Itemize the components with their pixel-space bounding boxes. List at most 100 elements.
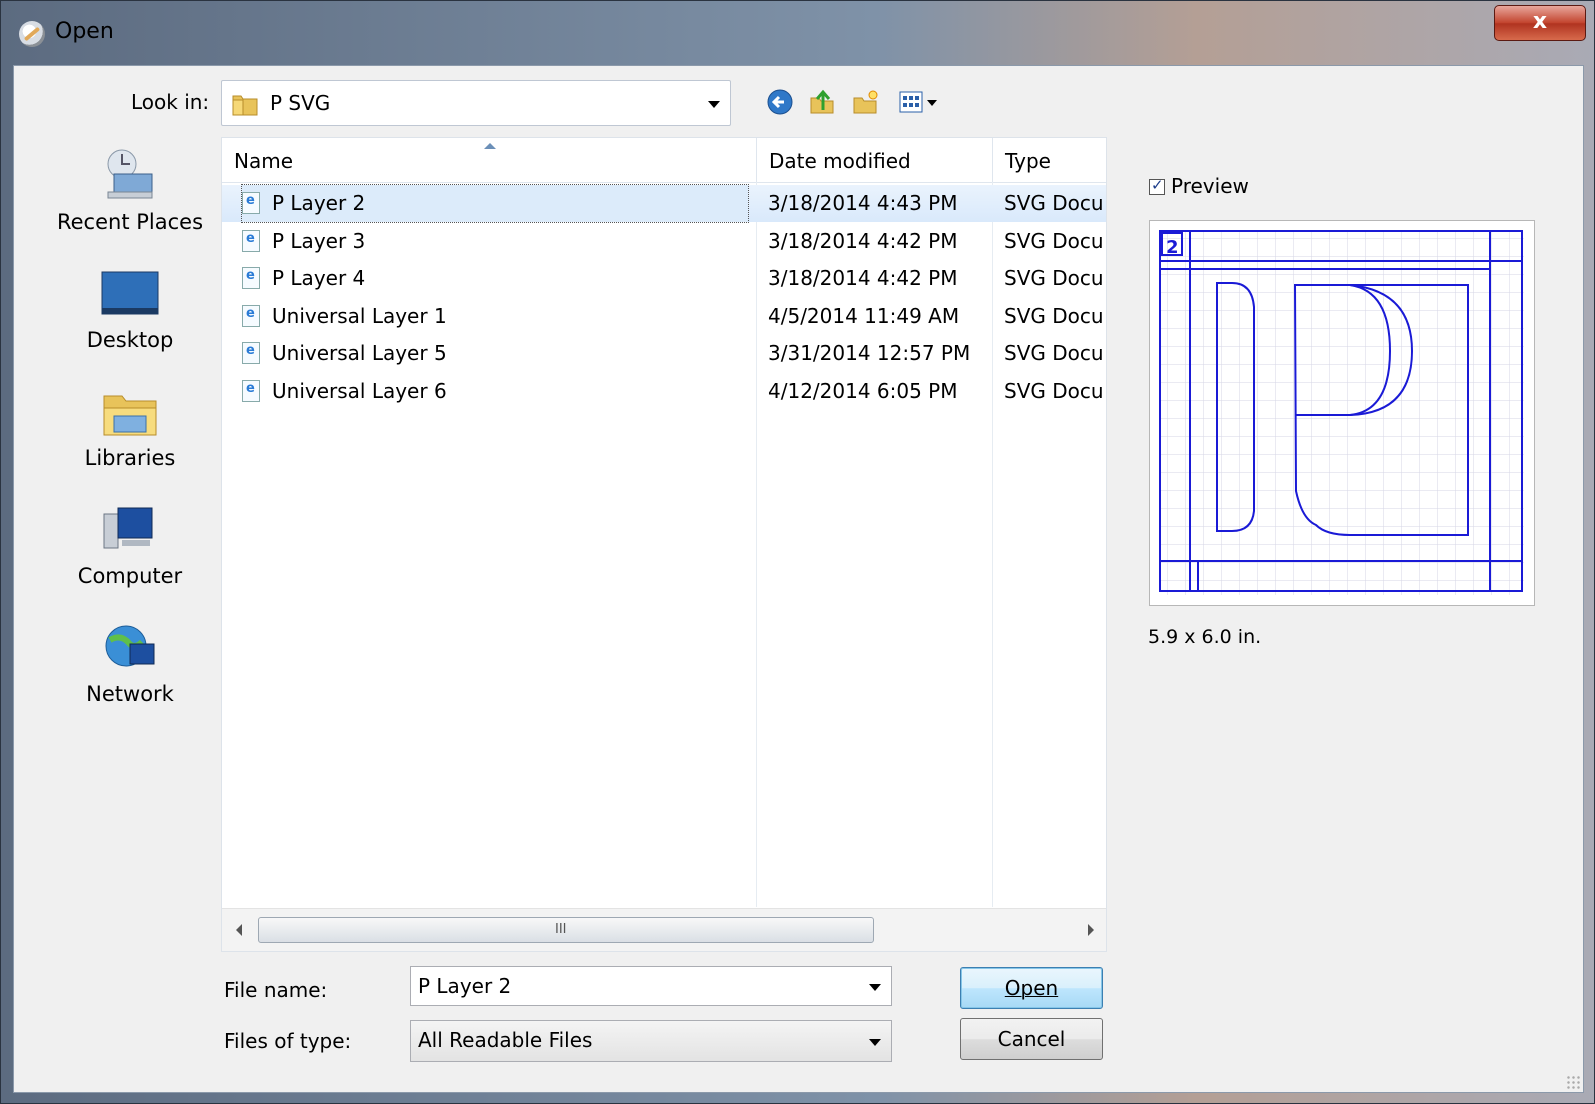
preview-badge: 2	[1166, 237, 1179, 258]
file-date-cell: 4/5/2014 11:49 AM	[768, 303, 960, 328]
up-folder-icon[interactable]	[808, 88, 836, 116]
chevron-down-icon[interactable]	[869, 984, 881, 991]
place-label: Computer	[77, 564, 183, 588]
file-name-cell: Universal Layer 6	[242, 373, 748, 410]
app-icon	[19, 21, 45, 47]
scrollbar-thumb[interactable]: III	[258, 917, 874, 943]
file-type-cell: SVG Docu	[1004, 191, 1104, 215]
file-type-select[interactable]: All Readable Files	[410, 1020, 892, 1062]
preview-image: 2	[1159, 230, 1524, 595]
file-date-cell: 3/18/2014 4:43 PM	[768, 191, 958, 215]
file-type-cell: SVG Docu	[1004, 228, 1104, 253]
svg-document-icon	[242, 379, 260, 402]
file-name-cell: P Layer 2	[241, 184, 749, 223]
place-libraries[interactable]: Libraries	[40, 382, 220, 470]
file-date-cell: 4/12/2014 6:05 PM	[768, 378, 958, 403]
cancel-button-label: Cancel	[997, 1027, 1066, 1051]
place-label: Libraries	[84, 446, 176, 470]
title-bar[interactable]: Open x	[1, 1, 1594, 65]
libraries-icon	[100, 382, 160, 442]
header-divider	[222, 182, 1106, 183]
file-name-text: Universal Layer 1	[272, 303, 447, 328]
look-in-value: P SVG	[270, 91, 331, 115]
checkbox-checked-icon[interactable]	[1149, 176, 1165, 195]
file-date-cell: 3/31/2014 12:57 PM	[768, 341, 971, 365]
file-name-cell: P Layer 3	[242, 223, 748, 260]
place-desktop[interactable]: Desktop	[40, 264, 220, 352]
place-computer[interactable]: Computer	[40, 500, 220, 588]
place-label: Network	[86, 682, 174, 706]
recent-places-icon	[100, 146, 160, 206]
file-name-text: P Layer 3	[272, 228, 366, 253]
place-network[interactable]: Network	[40, 618, 220, 706]
file-type-cell: SVG Docu	[1004, 341, 1104, 365]
file-date-cell: 3/18/2014 4:42 PM	[768, 266, 958, 290]
view-menu-icon[interactable]	[898, 88, 944, 116]
file-row[interactable]: P Layer 4 3/18/2014 4:42 PM SVG Docu	[222, 260, 1106, 297]
look-in-dropdown[interactable]: P SVG	[221, 80, 731, 126]
close-button[interactable]: x	[1494, 5, 1586, 41]
preview-checkbox-label: Preview	[1171, 174, 1249, 198]
place-label: Desktop	[86, 328, 174, 352]
file-row[interactable]: Universal Layer 6 4/12/2014 6:05 PM SVG Do…	[222, 373, 1106, 410]
resize-grip[interactable]	[1566, 1075, 1580, 1089]
svg-document-icon	[242, 267, 260, 289]
file-row[interactable]: P Layer 3 3/18/2014 4:42 PM SVG Docu	[222, 223, 1106, 260]
places-bar: Recent Places Desktop Libraries Computer…	[40, 136, 220, 816]
open-button[interactable]: Open	[960, 967, 1103, 1009]
back-icon[interactable]	[766, 88, 794, 116]
place-recent-places[interactable]: Recent Places	[40, 146, 220, 234]
new-folder-icon[interactable]	[852, 88, 880, 116]
column-header-label: Name	[234, 149, 294, 173]
file-name-text: P Layer 2	[272, 191, 366, 215]
svg-document-icon	[242, 342, 260, 364]
file-row[interactable]: Universal Layer 5 3/31/2014 12:57 PM SVG D…	[222, 335, 1106, 372]
file-name-label: File name:	[224, 978, 328, 1002]
file-name-input[interactable]: P Layer 2	[410, 966, 892, 1006]
file-name-text: Universal Layer 5	[272, 341, 447, 365]
open-button-label: Open	[1004, 976, 1059, 1000]
svg-document-icon	[242, 229, 260, 252]
sort-ascending-icon	[484, 143, 496, 149]
file-name-cell: Universal Layer 5	[242, 335, 748, 372]
file-name-cell: Universal Layer 1	[242, 298, 748, 335]
column-header-name[interactable]: Name	[222, 138, 757, 182]
file-list[interactable]: Name Date modified Type P Layer 2 3/18/20…	[221, 137, 1107, 952]
chevron-down-icon[interactable]	[708, 101, 720, 108]
file-name-cell: P Layer 4	[242, 260, 748, 297]
window-title: Open	[55, 19, 114, 44]
file-type-value: All Readable Files	[418, 1028, 593, 1052]
file-name-text: Universal Layer 6	[272, 378, 447, 403]
scrollbar-grip: III	[555, 922, 567, 937]
preview-pane: 2	[1149, 220, 1535, 606]
preview-checkbox[interactable]: Preview	[1149, 174, 1249, 198]
column-header-label: Type	[1005, 149, 1051, 173]
file-row[interactable]: Universal Layer 1 4/5/2014 11:49 AM SVG Do…	[222, 298, 1106, 335]
desktop-icon	[100, 264, 160, 324]
file-date-cell: 3/18/2014 4:42 PM	[768, 228, 958, 253]
open-dialog-window: Open x Look in: P SVG Recent Places Desk…	[0, 0, 1595, 1104]
column-header-date[interactable]: Date modified	[757, 138, 993, 182]
network-icon	[100, 618, 160, 678]
place-label: Recent Places	[56, 210, 204, 234]
file-name-text: P Layer 4	[272, 266, 366, 290]
horizontal-scrollbar[interactable]: III	[222, 908, 1106, 951]
folder-icon	[232, 95, 258, 116]
scroll-right-icon[interactable]	[1086, 924, 1096, 936]
file-name-value: P Layer 2	[418, 974, 512, 998]
cancel-button[interactable]: Cancel	[960, 1018, 1103, 1060]
svg-document-icon	[242, 192, 260, 214]
column-header-type[interactable]: Type	[993, 138, 1106, 182]
svg-document-icon	[242, 304, 260, 327]
preview-size-text: 5.9 x 6.0 in.	[1148, 626, 1262, 648]
file-type-label: Files of type:	[224, 1029, 352, 1053]
file-type-cell: SVG Docu	[1004, 303, 1104, 328]
look-in-label: Look in:	[131, 90, 210, 114]
column-header-label: Date modified	[769, 149, 911, 173]
dialog-body: Look in: P SVG Recent Places Desktop Lib…	[13, 65, 1584, 1093]
computer-icon	[100, 500, 160, 560]
file-row[interactable]: P Layer 2 3/18/2014 4:43 PM SVG Docu	[222, 184, 1106, 223]
scroll-left-icon[interactable]	[234, 924, 244, 936]
chevron-down-icon[interactable]	[869, 1039, 881, 1046]
file-type-cell: SVG Docu	[1004, 378, 1104, 403]
